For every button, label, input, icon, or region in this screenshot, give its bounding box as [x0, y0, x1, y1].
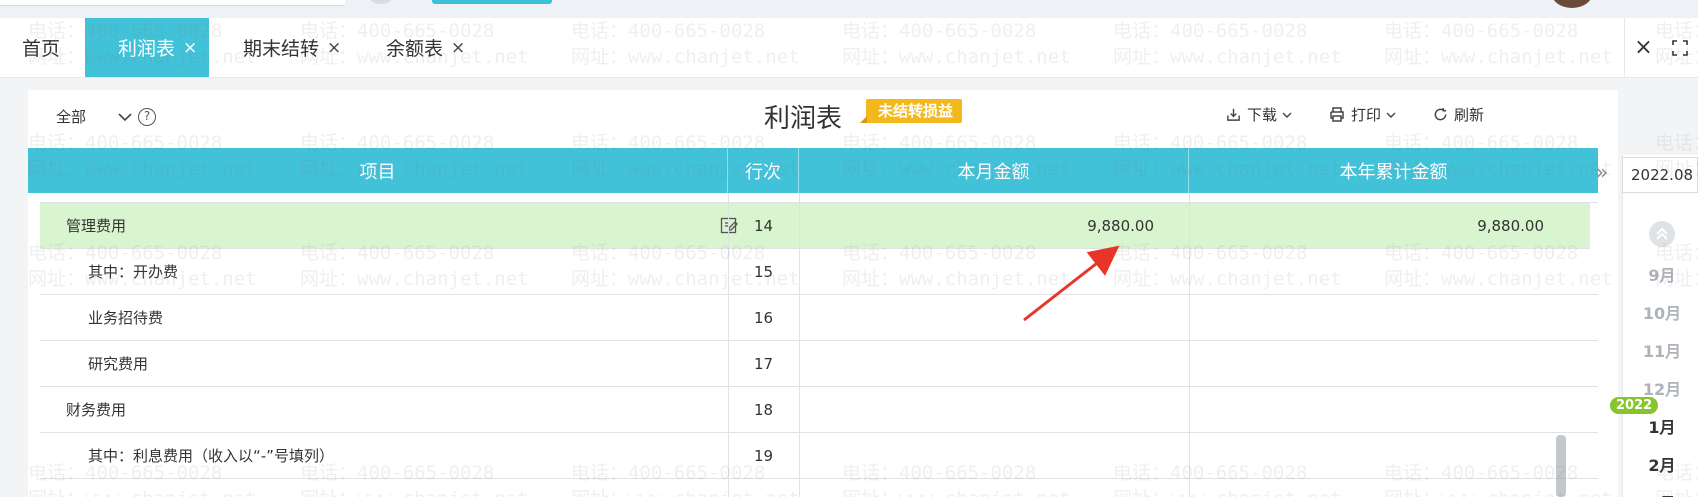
tab-home[interactable]: 首页 [22, 18, 60, 77]
tab-period-end-closing[interactable]: 期末结转 × [243, 18, 341, 77]
month-item[interactable]: 11月 [1632, 338, 1692, 362]
status-badge: 未结转损益 [859, 99, 963, 123]
column-header-year-amount: 本年累计金额 [1339, 161, 1448, 183]
row-item-name: 财务费用 [66, 401, 127, 419]
collapse-panel-icon[interactable]: » [1596, 160, 1608, 184]
row-line-number: 15 [753, 262, 774, 281]
tab-label: 期末结转 [243, 38, 320, 60]
page-title: 利润表 [764, 104, 843, 134]
download-button[interactable]: 下载 [1226, 104, 1299, 125]
table-row[interactable]: 业务招待费 16 [40, 295, 1598, 341]
period-panel [1622, 155, 1698, 497]
tab-label: 利润表 [118, 38, 176, 60]
search-input[interactable] [0, 0, 345, 6]
report-panel: 全部 ? 利润表 未结转损益 下载 打印 刷新 项目 行次 本月金额 本年累计金… [28, 90, 1618, 497]
table-row [40, 193, 1598, 203]
scope-filter-label: 全部 [56, 108, 87, 126]
column-header-item: 项目 [28, 148, 728, 193]
table-body: 管理费用 14 9,880.00 9,880.00 其中：开办费 15 业务招待… [28, 193, 1598, 497]
row-year-amount[interactable] [1189, 433, 1579, 478]
row-month-amount[interactable] [799, 387, 1189, 432]
scope-filter[interactable]: 全部 ? [56, 106, 157, 127]
table-row[interactable]: 其中：开办费 15 [40, 249, 1598, 295]
row-month-amount[interactable]: 9,880.00 [799, 203, 1189, 248]
month-item[interactable]: 1月 [1632, 414, 1692, 438]
chevron-down-icon[interactable] [116, 108, 134, 126]
month-item[interactable]: 3月 [1632, 490, 1692, 497]
column-divider [799, 193, 800, 497]
month-item[interactable]: 10月 [1632, 300, 1692, 324]
table-row[interactable]: 其中：利息费用（收入以“-”号填列） 19 [40, 433, 1598, 479]
income-statement-table: 项目 行次 本月金额 本年累计金额 管理费用 14 9,880.00 9,880… [28, 148, 1598, 497]
row-year-amount[interactable]: 9,880.00 [1189, 203, 1579, 248]
row-year-amount[interactable] [1189, 249, 1579, 294]
column-header-line: 行次 [728, 148, 799, 193]
download-icon [1227, 108, 1240, 121]
close-all-tabs-button[interactable]: × [1624, 18, 1662, 77]
column-divider [1189, 193, 1190, 497]
tab-label: 首页 [22, 38, 61, 60]
table-row[interactable]: 研究费用 17 [40, 341, 1598, 387]
row-month-amount[interactable] [799, 249, 1189, 294]
row-item-name: 业务招待费 [88, 309, 164, 327]
row-year-amount[interactable] [1189, 295, 1579, 340]
fullscreen-icon[interactable] [1662, 18, 1698, 77]
print-button[interactable]: 打印 [1329, 104, 1403, 125]
row-month-amount[interactable] [799, 341, 1189, 386]
row-line-number: 17 [753, 354, 774, 373]
row-item-name: 研究费用 [88, 355, 149, 373]
month-item[interactable]: 9月 [1632, 262, 1692, 286]
tab-balance-sheet[interactable]: 余额表 × [386, 18, 465, 77]
tab-bar: 首页 利润表 × 期末结转 × 余额表 × × [0, 18, 1698, 78]
tab-label: 余额表 [386, 38, 444, 60]
table-scrollbar[interactable] [1556, 435, 1566, 497]
top-strip [0, 0, 1698, 18]
printer-icon [1330, 107, 1344, 122]
close-icon[interactable]: × [327, 38, 341, 58]
row-month-amount[interactable] [799, 433, 1189, 478]
table-row[interactable]: 管理费用 14 9,880.00 9,880.00 [40, 203, 1590, 249]
table-row[interactable]: 财务费用 18 [40, 387, 1598, 433]
download-label: 下载 [1246, 106, 1277, 124]
row-line-number: 18 [753, 400, 774, 419]
year-tag: 2022 [1610, 397, 1659, 414]
avatar[interactable] [1552, 0, 1592, 8]
close-icon[interactable]: × [451, 38, 465, 58]
row-item-name: 管理费用 [66, 217, 127, 235]
refresh-icon [1434, 107, 1447, 121]
row-line-number: 19 [753, 446, 774, 465]
chevron-down-icon [1386, 112, 1396, 118]
print-label: 打印 [1350, 106, 1381, 124]
chevron-down-icon [1282, 112, 1292, 118]
help-icon[interactable]: ? [138, 107, 157, 126]
row-month-amount[interactable] [799, 295, 1189, 340]
refresh-label: 刷新 [1453, 106, 1484, 124]
month-item[interactable]: 2月 [1632, 452, 1692, 476]
circle-button[interactable] [370, 0, 392, 4]
close-icon[interactable]: × [183, 38, 197, 58]
column-divider [728, 193, 729, 497]
tab-income-statement[interactable]: 利润表 × [85, 18, 209, 77]
row-year-amount[interactable] [1189, 341, 1579, 386]
row-item-name: 其中：利息费用（收入以“-”号填列） [88, 447, 334, 465]
report-toolbar: 下载 打印 刷新 [1196, 104, 1484, 125]
table-header: 项目 行次 本月金额 本年累计金额 [28, 148, 1598, 193]
row-line-number: 16 [753, 308, 774, 327]
refresh-button[interactable]: 刷新 [1433, 104, 1484, 125]
column-header-month-amount: 本月金额 [799, 148, 1189, 193]
current-period[interactable]: 2022.08 [1622, 157, 1698, 193]
row-item-name: 其中：开办费 [88, 263, 179, 281]
row-line-number: 14 [753, 216, 774, 235]
scroll-up-icon[interactable] [1649, 221, 1675, 247]
primary-button[interactable] [432, 0, 552, 4]
row-year-amount[interactable] [1189, 387, 1579, 432]
